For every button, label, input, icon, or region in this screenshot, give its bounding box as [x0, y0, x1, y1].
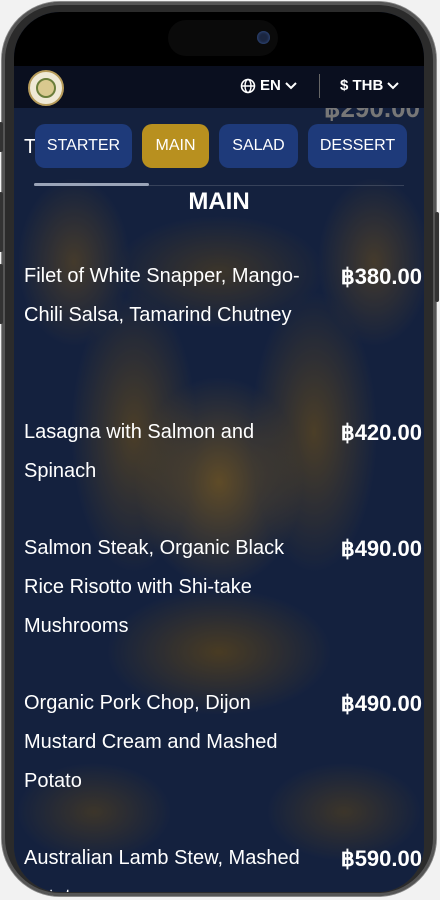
menu-item-price: ฿490.00 — [340, 536, 422, 561]
chevron-down-icon — [387, 81, 400, 89]
volume-up-button — [0, 192, 3, 252]
section-title: MAIN — [188, 188, 250, 215]
dynamic-island — [168, 20, 278, 56]
menu-item-name: Australian Lamb Stew, Mashed Potato — [24, 847, 300, 892]
globe-icon — [240, 78, 256, 93]
menu-item[interactable]: Salmon Steak, Organic Black Rice Risotto… — [24, 529, 422, 684]
chevron-down-icon — [285, 81, 297, 89]
tab-salad[interactable]: SALAD — [219, 124, 298, 168]
category-tabs: STARTER MAIN SALAD DESSERT — [35, 124, 407, 168]
language-label: EN — [260, 77, 281, 94]
partially-hidden-price: ฿290.00 — [324, 108, 420, 122]
screen: EN $ THB ฿290.00 T STARTER MAIN SALAD DE… — [14, 12, 424, 892]
menu-item[interactable]: Filet of White Snapper, Mango-Chili Sals… — [24, 257, 422, 413]
menu-item-name: Organic Pork Chop, Dijon Mustard Cream a… — [24, 692, 278, 792]
restaurant-logo[interactable] — [28, 70, 64, 106]
menu-list: Filet of White Snapper, Mango-Chili Sals… — [24, 257, 422, 892]
language-selector[interactable]: EN — [240, 77, 297, 94]
menu-item-price: ฿490.00 — [340, 691, 422, 716]
power-button — [435, 212, 439, 302]
tab-dessert[interactable]: DESSERT — [308, 124, 407, 168]
volume-down-button — [0, 264, 3, 324]
top-header: EN $ THB — [14, 66, 424, 108]
currency-label: $ THB — [340, 77, 384, 94]
currency-selector[interactable]: $ THB — [340, 77, 400, 94]
camera-icon — [257, 31, 270, 44]
menu-item-price: ฿590.00 — [340, 846, 422, 871]
phone-frame: EN $ THB ฿290.00 T STARTER MAIN SALAD DE… — [0, 2, 439, 896]
tab-main[interactable]: MAIN — [142, 124, 209, 168]
menu-item-name: Salmon Steak, Organic Black Rice Risotto… — [24, 537, 285, 637]
header-divider — [319, 74, 320, 98]
menu-item-price: ฿420.00 — [340, 420, 422, 445]
tab-starter[interactable]: STARTER — [35, 124, 132, 168]
menu-item-name: Lasagna with Salmon and Spinach — [24, 421, 255, 482]
menu-item[interactable]: Australian Lamb Stew, Mashed Potato ฿590… — [24, 839, 422, 892]
mute-switch — [0, 122, 3, 152]
menu-item[interactable]: Lasagna with Salmon and Spinach ฿420.00 — [24, 413, 422, 529]
menu-item-price: ฿380.00 — [340, 264, 422, 289]
menu-item-name: Filet of White Snapper, Mango-Chili Sals… — [24, 265, 300, 326]
tabs-scroll-indicator — [34, 183, 149, 186]
menu-item[interactable]: Organic Pork Chop, Dijon Mustard Cream a… — [24, 684, 422, 839]
